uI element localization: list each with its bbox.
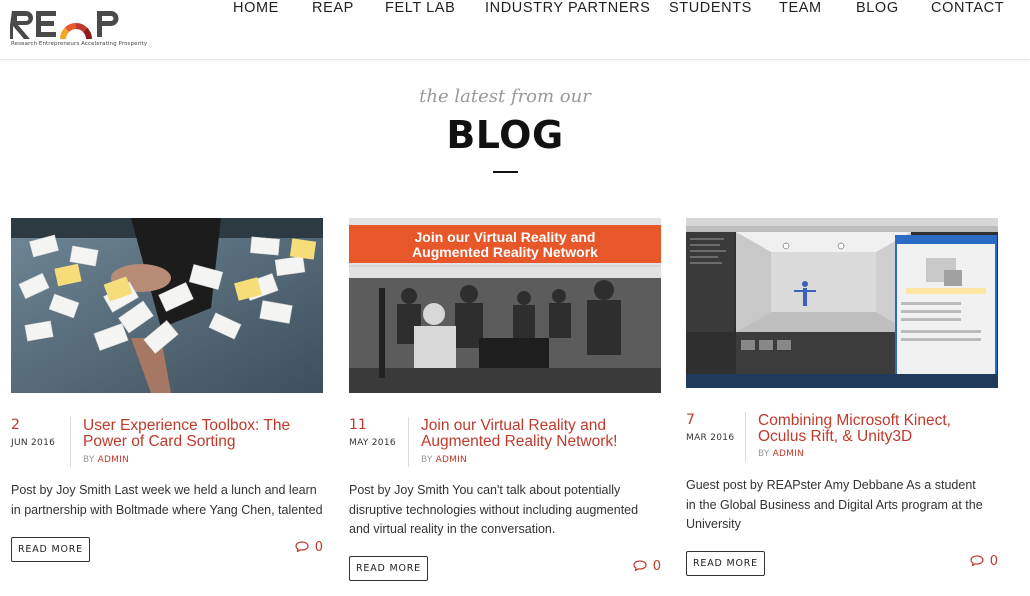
post-day: 11 <box>349 417 367 433</box>
blog-card: 2 JUN 2016 User Experience Toolbox: The … <box>11 218 323 596</box>
reap-logo[interactable]: Research Entrepreneurs Accelerating Pros… <box>8 10 147 48</box>
logo-tagline: Research Entrepreneurs Accelerating Pros… <box>11 41 148 47</box>
blog-card: 7 MAR 2016 Combining Microsoft Kinect, O… <box>686 218 998 596</box>
read-more-button[interactable]: READ MORE <box>349 556 428 581</box>
nav-blog[interactable]: BLOG <box>856 0 899 16</box>
post-excerpt: Guest post by REAPster Amy Debbane As a … <box>686 478 983 531</box>
nav-reap[interactable]: REAP <box>312 0 354 16</box>
post-image-card-sorting[interactable] <box>11 218 323 393</box>
post-month: MAR 2016 <box>686 433 735 443</box>
byline-prefix: BY <box>83 455 95 465</box>
comment-count-link[interactable]: 0 <box>295 540 323 555</box>
comment-bubble-icon <box>295 541 309 552</box>
comment-count: 0 <box>652 559 661 574</box>
comment-count: 0 <box>989 554 998 569</box>
image-banner-text: Join our Virtual Reality and Augmented R… <box>412 229 598 260</box>
post-title[interactable]: Join our Virtual Reality and Augmented R… <box>421 418 659 450</box>
post-excerpt: Post by Joy Smith You can't talk about p… <box>349 483 639 536</box>
byline-prefix: BY <box>421 455 433 465</box>
blog-card: Join our Virtual Reality and Augmented R… <box>349 218 661 596</box>
comment-bubble-icon <box>970 555 984 566</box>
post-month: JUN 2016 <box>11 438 56 448</box>
post-image-vr-network[interactable]: Join our Virtual Reality and Augmented R… <box>349 218 661 393</box>
comment-bubble-icon <box>633 560 647 571</box>
date-divider <box>745 412 746 462</box>
post-day: 2 <box>11 417 20 433</box>
post-title[interactable]: Combining Microsoft Kinect, Oculus Rift,… <box>758 413 996 445</box>
nav-team[interactable]: TEAM <box>779 0 822 16</box>
nav-students[interactable]: STUDENTS <box>669 0 752 16</box>
post-day: 7 <box>686 412 695 428</box>
post-byline: BY ADMIN <box>421 455 467 465</box>
site-header: Research Entrepreneurs Accelerating Pros… <box>0 0 1030 60</box>
post-byline: BY ADMIN <box>83 455 129 465</box>
section-title: BLOG <box>446 113 564 157</box>
read-more-button[interactable]: READ MORE <box>686 551 765 576</box>
date-divider <box>408 417 409 467</box>
nav-home[interactable]: HOME <box>233 0 279 16</box>
comment-count-link[interactable]: 0 <box>633 559 661 574</box>
byline-prefix: BY <box>758 449 770 459</box>
post-author-link[interactable]: ADMIN <box>98 455 129 465</box>
nav-industry-partners[interactable]: INDUSTRY PARTNERS <box>485 0 650 16</box>
section-kicker: the latest from our <box>419 86 591 107</box>
post-byline: BY ADMIN <box>758 449 804 459</box>
comment-count: 0 <box>314 540 323 555</box>
title-divider <box>493 171 518 173</box>
nav-felt-lab[interactable]: FELT LAB <box>385 0 455 16</box>
post-excerpt: Post by Joy Smith Last week we held a lu… <box>11 483 323 517</box>
post-title[interactable]: User Experience Toolbox: The Power of Ca… <box>83 418 321 450</box>
post-author-link[interactable]: ADMIN <box>436 455 467 465</box>
post-image-unity-screenshot[interactable] <box>686 218 998 388</box>
date-divider <box>70 417 71 467</box>
comment-count-link[interactable]: 0 <box>970 554 998 569</box>
nav-contact[interactable]: CONTACT <box>931 0 1004 16</box>
post-month: MAY 2016 <box>349 438 396 448</box>
post-author-link[interactable]: ADMIN <box>773 449 804 459</box>
read-more-button[interactable]: READ MORE <box>11 537 90 562</box>
